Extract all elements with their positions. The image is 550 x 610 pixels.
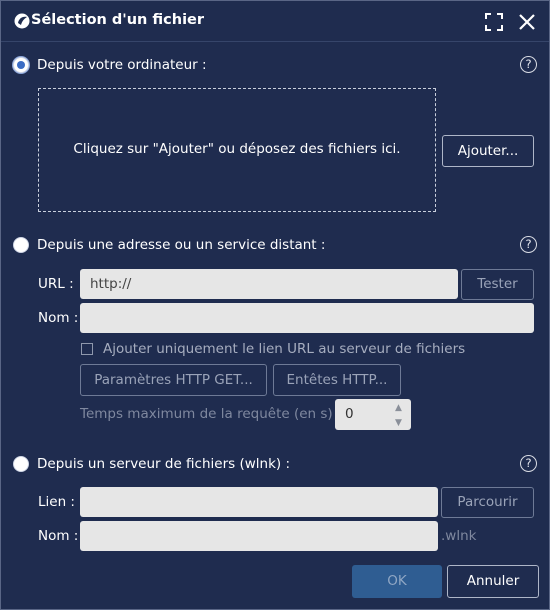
remote-name-input[interactable] [80,303,534,333]
server-name-label: Nom : [38,528,79,544]
spin-down-icon[interactable]: ▼ [395,419,405,428]
radio-local-computer[interactable] [13,57,29,73]
maximize-icon[interactable] [484,12,504,32]
file-server-label: Depuis un serveur de fichiers (wlnk) : [37,456,291,472]
http-headers-button[interactable]: Entêtes HTTP... [273,364,401,396]
timeout-spinbox[interactable]: 0 ▲ ▼ [335,399,411,430]
close-icon[interactable] [516,11,538,33]
help-icon-local[interactable]: ? [520,56,537,73]
timeout-value: 0 [345,406,354,422]
url-link-only-checkbox[interactable] [81,343,93,355]
add-button[interactable]: Ajouter... [442,135,534,167]
remote-address-label: Depuis une adresse ou un service distant… [37,237,326,253]
title-bar: Sélection d'un fichier [1,1,549,42]
timeout-label: Temps maximum de la requête (en s) : [80,406,342,422]
app-logo-icon [14,13,30,29]
file-dropzone[interactable]: Cliquez sur "Ajouter" ou déposez des fic… [38,88,436,212]
http-get-params-button[interactable]: Paramètres HTTP GET... [80,364,267,396]
url-link-only-label: Ajouter uniquement le lien URL au serveu… [103,341,466,357]
link-label: Lien : [38,494,75,510]
wlnk-suffix: .wlnk [441,528,477,544]
url-label: URL : [38,276,74,292]
help-icon-server[interactable]: ? [520,455,537,472]
dialog-title: Sélection d'un fichier [31,12,205,28]
help-icon-remote[interactable]: ? [520,236,537,253]
test-button[interactable]: Tester [461,269,534,300]
dropzone-text: Cliquez sur "Ajouter" ou déposez des fic… [73,141,401,157]
cancel-button[interactable]: Annuler [447,565,539,598]
file-selection-dialog: Sélection d'un fichier Depuis votre ordi… [0,0,550,610]
ok-button[interactable]: OK [352,565,442,598]
remote-name-label: Nom : [38,310,79,326]
radio-file-server[interactable] [13,456,29,472]
radio-remote-address[interactable] [13,237,29,253]
spin-up-icon[interactable]: ▲ [395,404,405,413]
server-name-input[interactable] [80,521,438,551]
url-input[interactable]: http:// [80,269,458,299]
link-input[interactable] [80,487,438,517]
browse-button[interactable]: Parcourir [441,487,534,518]
local-computer-label: Depuis votre ordinateur : [37,57,207,73]
